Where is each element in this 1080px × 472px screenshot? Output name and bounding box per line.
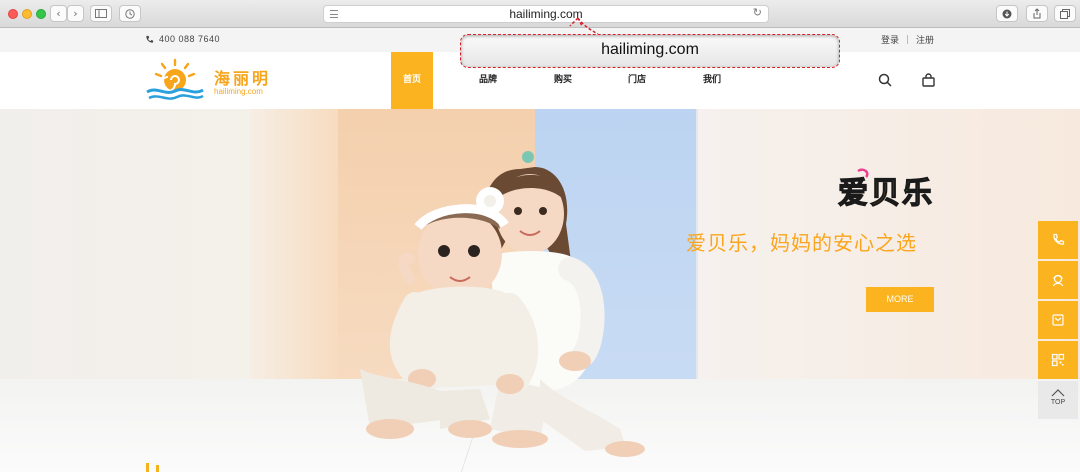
phone-icon [1053, 233, 1065, 245]
history-button[interactable] [119, 5, 141, 22]
hero-backdrop [698, 109, 1080, 409]
message-icon [1052, 314, 1064, 326]
back-to-top-button[interactable]: TOP [1038, 381, 1078, 419]
svg-text:乐: 乐 [902, 176, 932, 211]
downloads-button[interactable] [996, 5, 1018, 22]
login-link[interactable]: 登录 [881, 33, 899, 46]
hero-slogan: 爱贝乐，妈妈的安心之选 [686, 231, 917, 255]
close-window-button[interactable] [8, 9, 18, 19]
divider [906, 35, 908, 44]
more-button[interactable]: MORE [866, 287, 934, 312]
address-url: hailiming.com [509, 7, 583, 21]
tabs-icon [1060, 9, 1070, 19]
page-root: ‹ › hailiming.com ↻ 400 088 7640 登录 注册 海… [0, 0, 1080, 472]
svg-text:贝: 贝 [870, 176, 900, 211]
register-link[interactable]: 注册 [916, 33, 934, 46]
back-button[interactable]: ‹ [50, 5, 67, 22]
side-message-button[interactable] [1038, 301, 1078, 339]
phone-icon [146, 35, 154, 43]
svg-text:爱: 爱 [838, 176, 868, 211]
minimize-window-button[interactable] [22, 9, 32, 19]
tabs-button[interactable] [1054, 5, 1076, 22]
brand-logo: 爱 贝 乐 [837, 168, 933, 212]
decorative-mark [146, 463, 159, 472]
phone-info: 400 088 7640 [145, 34, 220, 44]
callout-arrow [569, 17, 599, 35]
address-bar[interactable]: hailiming.com ↻ [323, 5, 769, 23]
forward-button[interactable]: › [67, 5, 84, 22]
search-icon[interactable] [878, 73, 892, 87]
zoom-window-button[interactable] [36, 9, 46, 19]
side-phone-button[interactable] [1038, 221, 1078, 259]
reload-icon[interactable]: ↻ [753, 6, 762, 19]
download-icon [1002, 9, 1012, 19]
logo-english-name: hailiming.com [214, 87, 263, 96]
url-callout: hailiming.com [460, 34, 840, 68]
service-icon [1052, 274, 1064, 287]
chevron-up-icon [1051, 389, 1065, 397]
browser-toolbar: ‹ › hailiming.com ↻ [0, 0, 1080, 28]
hero-banner: 爱 贝 乐 爱贝乐，妈妈的安心之选 MORE [0, 109, 1080, 472]
account-links: 登录 注册 [881, 33, 934, 46]
phone-number: 400 088 7640 [159, 34, 221, 44]
children-photo [360, 151, 645, 457]
share-button[interactable] [1026, 5, 1048, 22]
side-qrcode-button[interactable] [1038, 341, 1078, 379]
nav-item-home[interactable]: 首页 [391, 52, 433, 109]
side-service-button[interactable] [1038, 261, 1078, 299]
shopping-bag-icon[interactable] [922, 73, 935, 87]
sidebar-icon [95, 9, 107, 18]
back-to-top-label: TOP [1050, 399, 1066, 406]
logo-chinese-name[interactable]: 海丽明 [214, 65, 271, 89]
qrcode-icon [1051, 353, 1065, 367]
clock-icon [125, 9, 135, 19]
sun-logo-icon[interactable] [145, 58, 205, 104]
share-icon [1033, 8, 1041, 19]
sidebar-toggle-button[interactable] [90, 5, 112, 22]
url-callout-text: hailiming.com [601, 41, 699, 58]
